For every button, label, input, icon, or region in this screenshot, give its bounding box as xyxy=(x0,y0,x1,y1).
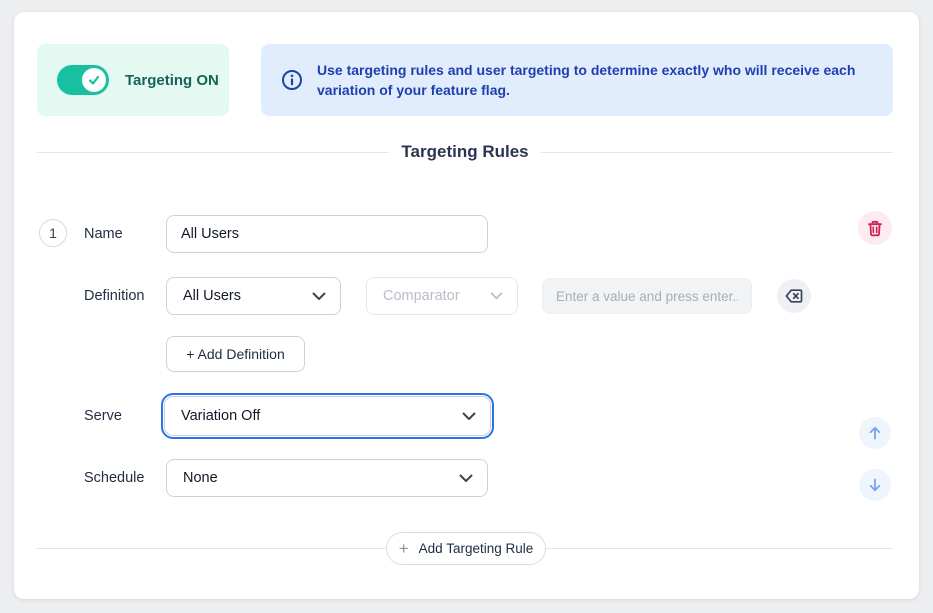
info-banner-text: Use targeting rules and user targeting t… xyxy=(317,60,873,100)
comparator-select-placeholder: Comparator xyxy=(383,288,460,304)
schedule-label: Schedule xyxy=(84,470,144,486)
move-rule-up-button[interactable] xyxy=(859,417,891,449)
section-header: Targeting Rules xyxy=(37,139,893,165)
add-targeting-rule-label: Add Targeting Rule xyxy=(419,541,534,556)
targeting-toggle-label: Targeting ON xyxy=(125,72,219,89)
arrow-down-icon xyxy=(867,477,883,493)
divider-right xyxy=(541,152,893,153)
backspace-icon xyxy=(785,289,803,303)
section-title: Targeting Rules xyxy=(401,142,528,162)
serve-select-value: Variation Off xyxy=(181,408,260,424)
rule-name-input[interactable] xyxy=(166,215,488,253)
info-banner: Use targeting rules and user targeting t… xyxy=(261,44,893,116)
serve-label: Serve xyxy=(84,408,122,424)
toggle-knob-check-icon xyxy=(82,68,106,92)
chevron-down-icon xyxy=(462,412,476,421)
info-icon xyxy=(281,69,303,91)
definition-label: Definition xyxy=(84,288,144,304)
chevron-down-icon xyxy=(490,292,503,300)
targeting-toggle[interactable] xyxy=(57,65,109,95)
rule-number-badge: 1 xyxy=(39,219,67,247)
schedule-select[interactable]: None xyxy=(166,459,488,497)
targeting-card: Targeting ON Use targeting rules and use… xyxy=(14,12,919,599)
plus-icon: + xyxy=(399,540,409,557)
add-definition-button[interactable]: + Add Definition xyxy=(166,336,305,372)
delete-rule-button[interactable] xyxy=(858,211,892,245)
divider-left xyxy=(37,152,389,153)
chevron-down-icon xyxy=(312,292,326,301)
serve-select[interactable]: Variation Off xyxy=(164,396,491,436)
trash-icon xyxy=(867,220,883,237)
move-rule-down-button[interactable] xyxy=(859,469,891,501)
definition-value-input[interactable] xyxy=(542,278,752,314)
name-label: Name xyxy=(84,226,123,242)
clear-definition-button[interactable] xyxy=(777,279,811,313)
targeting-toggle-panel: Targeting ON xyxy=(37,44,229,116)
schedule-select-value: None xyxy=(183,470,218,486)
trait-select[interactable]: All Users xyxy=(166,277,341,315)
arrow-up-icon xyxy=(867,425,883,441)
chevron-down-icon xyxy=(459,474,473,483)
add-targeting-rule-button[interactable]: + Add Targeting Rule xyxy=(386,532,546,565)
trait-select-value: All Users xyxy=(183,288,241,304)
comparator-select[interactable]: Comparator xyxy=(366,277,518,315)
